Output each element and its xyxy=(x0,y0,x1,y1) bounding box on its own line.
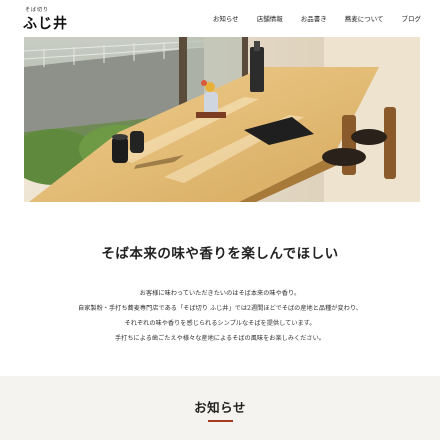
nav-item-blog[interactable]: ブログ xyxy=(402,13,422,23)
news-heading: お知らせ xyxy=(194,400,246,415)
intro-heading: そば本来の味や香りを楽しんでほしい xyxy=(101,246,339,262)
nav-item-menu[interactable]: お品書き xyxy=(301,13,327,23)
news-section: お知らせ xyxy=(0,376,440,440)
restaurant-interior-photo xyxy=(24,37,420,202)
intro-line: 手打ちによる歯ごたえや様々な産地によるそばの風味をお楽しみください。 xyxy=(114,335,325,342)
site-logo[interactable]: そば切り ふじ井 xyxy=(23,6,75,32)
site-header: そば切り ふじ井 お知らせ 店舗情報 お品書き 蕎麦について ブログ xyxy=(0,0,440,37)
main-nav: お知らせ 店舗情報 お品書き 蕎麦について ブログ xyxy=(213,13,421,23)
nav-item-shop-info[interactable]: 店舗情報 xyxy=(257,13,283,23)
intro-line: お客様に味わっていただきたいのはそば本来の味や香り。 xyxy=(139,290,301,297)
logo-small-text: そば切り xyxy=(25,7,50,13)
intro-section: そば本来の味や香りを楽しんでほしい お客様に味わっていただきたいのはそば本来の味… xyxy=(0,202,440,376)
logo-main-text: ふじ井 xyxy=(23,16,68,32)
hero-image xyxy=(24,37,420,202)
nav-item-about-soba[interactable]: 蕎麦について xyxy=(345,13,384,23)
intro-text: お客様に味わっていただきたいのはそば本来の味や香り。 自家製粉・手打ち蕎麦専門店… xyxy=(0,286,440,346)
heading-underline xyxy=(208,420,233,422)
nav-item-news[interactable]: お知らせ xyxy=(213,13,239,23)
intro-line: 自家製粉・手打ち蕎麦専門店である「そば切り ふじ井」では2週間ほどでそばの産地と… xyxy=(78,305,362,312)
intro-line: それぞれの味や香りを感じられるシンプルなそばを提供しています。 xyxy=(124,320,316,327)
